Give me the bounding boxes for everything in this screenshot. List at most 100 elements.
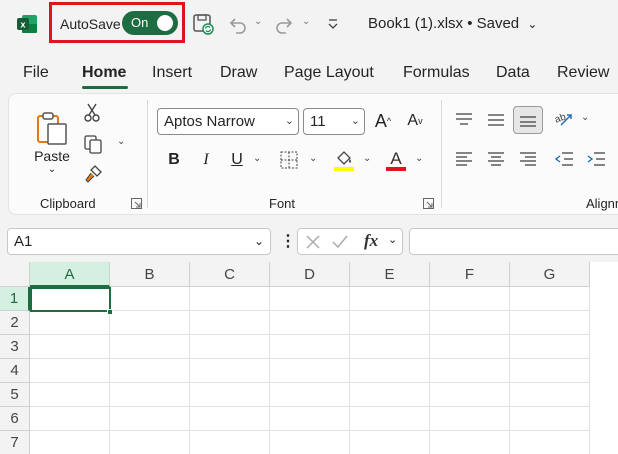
insert-function-button[interactable]: fx <box>364 231 378 251</box>
font-color-icon[interactable]: A <box>383 146 409 174</box>
save-icon[interactable] <box>190 10 216 38</box>
cell-E1[interactable] <box>350 287 430 311</box>
cell-A7[interactable] <box>30 431 110 454</box>
cell-G5[interactable] <box>510 383 590 407</box>
column-header[interactable]: C <box>190 262 270 287</box>
decrease-indent-icon[interactable] <box>551 146 577 172</box>
bold-button[interactable]: B <box>164 148 184 172</box>
cell-D4[interactable] <box>270 359 350 383</box>
cell-A6[interactable] <box>30 407 110 431</box>
cell-E2[interactable] <box>350 311 430 335</box>
row-header[interactable]: 3 <box>0 335 30 359</box>
cell-F6[interactable] <box>430 407 510 431</box>
tab-draw[interactable]: Draw <box>220 64 257 82</box>
column-header[interactable]: E <box>350 262 430 287</box>
undo-dropdown-icon[interactable]: ⌄ <box>254 16 264 30</box>
cell-C3[interactable] <box>190 335 270 359</box>
enter-check-icon[interactable] <box>332 235 348 249</box>
cell-E3[interactable] <box>350 335 430 359</box>
align-right-icon[interactable] <box>515 146 541 172</box>
undo-icon[interactable] <box>224 10 250 38</box>
cell-E4[interactable] <box>350 359 430 383</box>
font-name-dropdown[interactable]: Aptos Narrow ⌄ <box>157 108 299 135</box>
cell-B7[interactable] <box>110 431 190 454</box>
row-header[interactable]: 1 <box>0 287 30 311</box>
cell-C7[interactable] <box>190 431 270 454</box>
cell-F7[interactable] <box>430 431 510 454</box>
italic-button[interactable]: I <box>196 148 216 172</box>
decrease-font-size-icon[interactable]: Av <box>403 108 427 134</box>
fill-color-icon[interactable] <box>331 146 357 174</box>
increase-font-size-icon[interactable]: A ^ <box>371 108 395 134</box>
tab-data[interactable]: Data <box>496 64 530 82</box>
cell-F5[interactable] <box>430 383 510 407</box>
cell-G1[interactable] <box>510 287 590 311</box>
row-header[interactable]: 6 <box>0 407 30 431</box>
redo-dropdown-icon[interactable]: ⌄ <box>302 16 312 30</box>
cell-E6[interactable] <box>350 407 430 431</box>
column-header[interactable]: G <box>510 262 590 287</box>
cell-D5[interactable] <box>270 383 350 407</box>
cell-F4[interactable] <box>430 359 510 383</box>
cell-A5[interactable] <box>30 383 110 407</box>
cell-E7[interactable] <box>350 431 430 454</box>
cell-B3[interactable] <box>110 335 190 359</box>
orientation-icon[interactable]: ab <box>551 106 577 132</box>
cell-F2[interactable] <box>430 311 510 335</box>
tab-home[interactable]: Home <box>82 64 126 82</box>
align-middle-icon[interactable] <box>483 106 509 132</box>
row-header[interactable]: 7 <box>0 431 30 454</box>
cut-icon[interactable] <box>81 100 103 124</box>
cell-F3[interactable] <box>430 335 510 359</box>
row-header[interactable]: 4 <box>0 359 30 383</box>
cell-B4[interactable] <box>110 359 190 383</box>
autosave-toggle[interactable]: On <box>122 11 178 35</box>
cell-C2[interactable] <box>190 311 270 335</box>
row-header[interactable]: 2 <box>0 311 30 335</box>
cell-B5[interactable] <box>110 383 190 407</box>
redo-icon[interactable] <box>272 10 298 38</box>
cell-F1[interactable] <box>430 287 510 311</box>
tab-page-layout[interactable]: Page Layout <box>284 64 374 82</box>
increase-indent-icon[interactable] <box>583 146 609 172</box>
cell-C6[interactable] <box>190 407 270 431</box>
clipboard-launcher-icon[interactable] <box>131 198 142 209</box>
tab-file[interactable]: File <box>23 64 49 82</box>
name-box[interactable]: A1 ⌄ <box>7 228 271 255</box>
cell-B6[interactable] <box>110 407 190 431</box>
row-header[interactable]: 5 <box>0 383 30 407</box>
cell-G7[interactable] <box>510 431 590 454</box>
cell-D7[interactable] <box>270 431 350 454</box>
cell-D6[interactable] <box>270 407 350 431</box>
column-header[interactable]: D <box>270 262 350 287</box>
tab-formulas[interactable]: Formulas <box>403 64 470 82</box>
underline-dropdown-icon[interactable]: ⌄ <box>253 153 261 164</box>
cell-G2[interactable] <box>510 311 590 335</box>
excel-logo-icon[interactable]: x <box>16 13 38 35</box>
align-bottom-icon[interactable] <box>513 106 543 134</box>
chevron-down-icon[interactable]: ⌄ <box>388 233 397 246</box>
fill-color-dropdown-icon[interactable]: ⌄ <box>363 153 371 164</box>
column-header[interactable]: B <box>110 262 190 287</box>
format-painter-icon[interactable] <box>81 162 105 186</box>
customize-toolbar-icon[interactable] <box>320 10 346 38</box>
cell-D3[interactable] <box>270 335 350 359</box>
cell-D1[interactable] <box>270 287 350 311</box>
cell-B2[interactable] <box>110 311 190 335</box>
underline-button[interactable]: U <box>227 148 247 172</box>
cell-C5[interactable] <box>190 383 270 407</box>
align-left-icon[interactable] <box>451 146 477 172</box>
copy-dropdown-icon[interactable]: ⌄ <box>117 136 125 147</box>
formula-input[interactable] <box>409 228 618 255</box>
tab-review[interactable]: Review <box>557 64 609 82</box>
font-color-dropdown-icon[interactable]: ⌄ <box>415 153 423 164</box>
fill-handle[interactable] <box>107 309 113 315</box>
cell-A4[interactable] <box>30 359 110 383</box>
cell-A2[interactable] <box>30 311 110 335</box>
cell-E5[interactable] <box>350 383 430 407</box>
font-size-dropdown[interactable]: 11 ⌄ <box>303 108 365 135</box>
more-options-icon[interactable]: ⋮ <box>280 234 296 250</box>
cancel-icon[interactable] <box>306 235 320 249</box>
orientation-dropdown-icon[interactable]: ⌄ <box>581 112 589 123</box>
cell-D2[interactable] <box>270 311 350 335</box>
